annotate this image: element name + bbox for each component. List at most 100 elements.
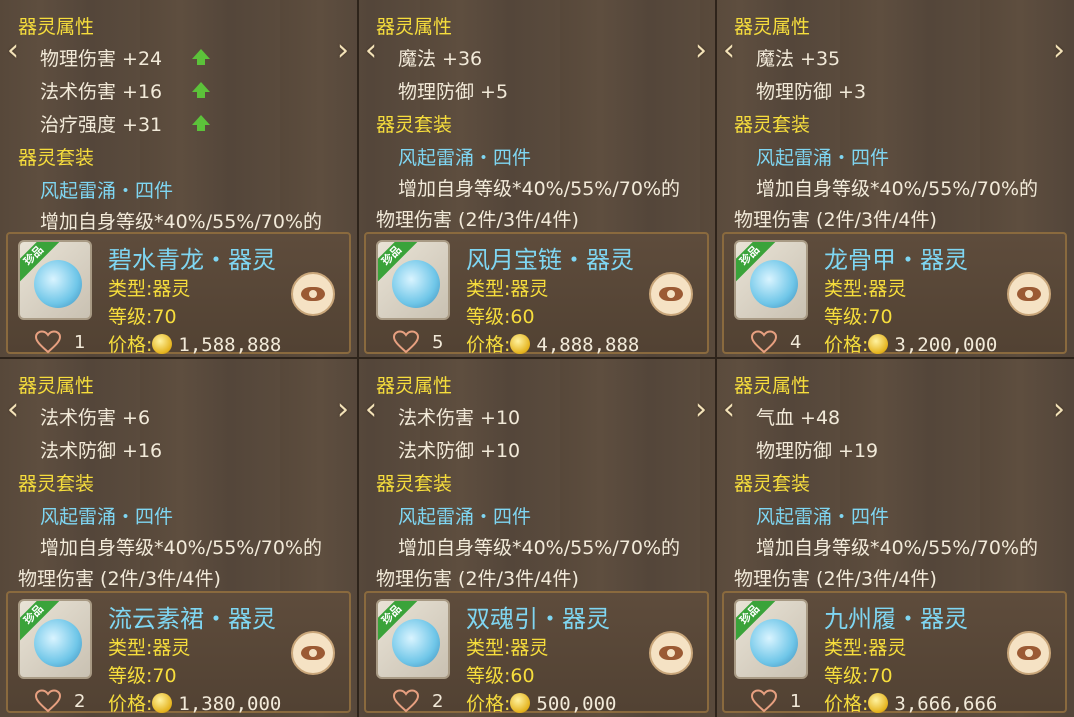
item-listing-card: 器灵属性 ‹ › 魔法 +35 物理防御 +3 器灵套装 风起雷涌・四件 增加自身…	[716, 0, 1073, 358]
item-name: 风月宝链・器灵	[466, 246, 634, 274]
item-summary-panel[interactable]: 珍品 风月宝链・器灵 类型:器灵 等级:60 价格: 4,888,888 5	[364, 232, 709, 356]
next-arrow-icon[interactable]: ›	[690, 395, 712, 425]
set-header: 器灵套装	[376, 473, 453, 495]
like-count: 1	[790, 691, 802, 712]
item-summary-panel[interactable]: 珍品 碧水青龙・器灵 类型:器灵 等级:70 价格: 1,588,888 1	[6, 232, 351, 356]
heart-icon[interactable]	[750, 689, 778, 713]
item-thumbnail[interactable]: 珍品	[734, 240, 808, 320]
set-description-cont: 物理伤害 (2件/3件/4件)	[18, 568, 221, 590]
prev-arrow-icon[interactable]: ‹	[360, 36, 382, 66]
heart-icon[interactable]	[392, 330, 420, 354]
prev-arrow-icon[interactable]: ‹	[718, 395, 740, 425]
view-eye-icon[interactable]	[1007, 631, 1051, 675]
set-name: 风起雷涌・四件	[40, 506, 174, 528]
item-thumbnail[interactable]: 珍品	[18, 240, 92, 320]
set-description-cont: 物理伤害 (2件/3件/4件)	[376, 568, 579, 590]
item-level: 等级:70	[824, 665, 893, 687]
set-name: 风起雷涌・四件	[40, 180, 174, 202]
attribute-panel: 器灵属性 ‹ › 魔法 +35 物理防御 +3 器灵套装 风起雷涌・四件 增加自身…	[716, 0, 1073, 232]
coin-icon	[868, 692, 889, 713]
like-count: 2	[432, 691, 444, 712]
set-header: 器灵套装	[734, 473, 811, 495]
prev-arrow-icon[interactable]: ‹	[2, 36, 24, 66]
attribute-panel: 器灵属性 ‹ › 法术伤害 +10 法术防御 +10 器灵套装 风起雷涌・四件 增…	[358, 359, 715, 591]
next-arrow-icon[interactable]: ›	[1048, 395, 1070, 425]
row-divider	[0, 357, 1074, 359]
item-art-icon	[34, 260, 82, 308]
view-eye-icon[interactable]	[649, 272, 693, 316]
set-name: 风起雷涌・四件	[756, 506, 890, 528]
item-summary-panel[interactable]: 珍品 流云素裙・器灵 类型:器灵 等级:70 价格: 1,380,000 2	[6, 591, 351, 715]
prev-arrow-icon[interactable]: ‹	[360, 395, 382, 425]
attr-header: 器灵属性	[376, 375, 453, 397]
item-type: 类型:器灵	[108, 637, 191, 659]
item-thumbnail[interactable]: 珍品	[734, 599, 808, 679]
item-type: 类型:器灵	[824, 278, 907, 300]
item-price: 价格: 4,888,888	[466, 333, 640, 356]
set-description-cont: 物理伤害 (2件/3件/4件)	[376, 209, 579, 231]
stat-up-indicator	[182, 110, 210, 132]
set-name: 风起雷涌・四件	[398, 147, 532, 169]
item-listing-card: 器灵属性 ‹ › 魔法 +36 物理防御 +5 器灵套装 风起雷涌・四件 增加自身…	[358, 0, 715, 358]
item-art-icon	[34, 619, 82, 667]
like-count: 5	[432, 332, 444, 353]
item-art-icon	[392, 260, 440, 308]
coin-icon	[510, 333, 531, 354]
item-thumbnail[interactable]: 珍品	[376, 240, 450, 320]
view-eye-icon[interactable]	[1007, 272, 1051, 316]
next-arrow-icon[interactable]: ›	[332, 395, 354, 425]
attr-line: 物理防御 +5	[398, 81, 509, 103]
attr-line: 物理伤害 +24	[40, 48, 163, 70]
set-header: 器灵套装	[376, 114, 453, 136]
item-summary-panel[interactable]: 珍品 九州履・器灵 类型:器灵 等级:70 价格: 3,666,666 1	[722, 591, 1067, 715]
attribute-panel: 器灵属性 ‹ › 魔法 +36 物理防御 +5 器灵套装 风起雷涌・四件 增加自身…	[358, 0, 715, 232]
view-eye-icon[interactable]	[291, 631, 335, 675]
stat-up-arrow-icon	[192, 114, 210, 131]
item-art-icon	[750, 260, 798, 308]
like-count: 4	[790, 332, 802, 353]
attr-header: 器灵属性	[18, 375, 95, 397]
set-description: 增加自身等级*40%/55%/70%的	[40, 211, 322, 233]
item-art-icon	[392, 619, 440, 667]
like-count: 2	[74, 691, 86, 712]
next-arrow-icon[interactable]: ›	[332, 36, 354, 66]
stat-up-arrow-icon	[192, 81, 210, 98]
item-type: 类型:器灵	[466, 637, 549, 659]
set-header: 器灵套装	[734, 114, 811, 136]
item-summary-panel[interactable]: 珍品 龙骨甲・器灵 类型:器灵 等级:70 价格: 3,200,000 4	[722, 232, 1067, 356]
next-arrow-icon[interactable]: ›	[690, 36, 712, 66]
item-name: 碧水青龙・器灵	[108, 246, 276, 274]
item-price: 价格: 3,666,666	[824, 692, 998, 715]
heart-icon[interactable]	[34, 330, 62, 354]
item-type: 类型:器灵	[466, 278, 549, 300]
view-eye-icon[interactable]	[649, 631, 693, 675]
attr-line: 物理防御 +3	[756, 81, 867, 103]
item-name: 龙骨甲・器灵	[824, 246, 968, 274]
set-description: 增加自身等级*40%/55%/70%的	[398, 537, 680, 559]
attr-line: 法术伤害 +16	[40, 81, 163, 103]
item-thumbnail[interactable]: 珍品	[376, 599, 450, 679]
prev-arrow-icon[interactable]: ‹	[718, 36, 740, 66]
attr-line: 法术伤害 +10	[398, 407, 521, 429]
set-description-cont: 物理伤害 (2件/3件/4件)	[734, 568, 937, 590]
heart-icon[interactable]	[392, 689, 420, 713]
heart-icon[interactable]	[34, 689, 62, 713]
set-description: 增加自身等级*40%/55%/70%的	[756, 537, 1038, 559]
coin-icon	[510, 692, 531, 713]
item-level: 等级:60	[466, 306, 535, 328]
item-thumbnail[interactable]: 珍品	[18, 599, 92, 679]
set-header: 器灵套装	[18, 473, 95, 495]
prev-arrow-icon[interactable]: ‹	[2, 395, 24, 425]
attr-line: 法术伤害 +6	[40, 407, 151, 429]
stat-up-indicator	[182, 44, 210, 66]
attr-line: 魔法 +35	[756, 48, 841, 70]
heart-icon[interactable]	[750, 330, 778, 354]
set-header: 器灵套装	[18, 147, 95, 169]
item-summary-panel[interactable]: 珍品 双魂引・器灵 类型:器灵 等级:60 价格: 500,000 2	[364, 591, 709, 715]
attr-header: 器灵属性	[376, 16, 453, 38]
next-arrow-icon[interactable]: ›	[1048, 36, 1070, 66]
attr-header: 器灵属性	[18, 16, 95, 38]
set-name: 风起雷涌・四件	[398, 506, 532, 528]
item-name: 九州履・器灵	[824, 605, 968, 633]
view-eye-icon[interactable]	[291, 272, 335, 316]
